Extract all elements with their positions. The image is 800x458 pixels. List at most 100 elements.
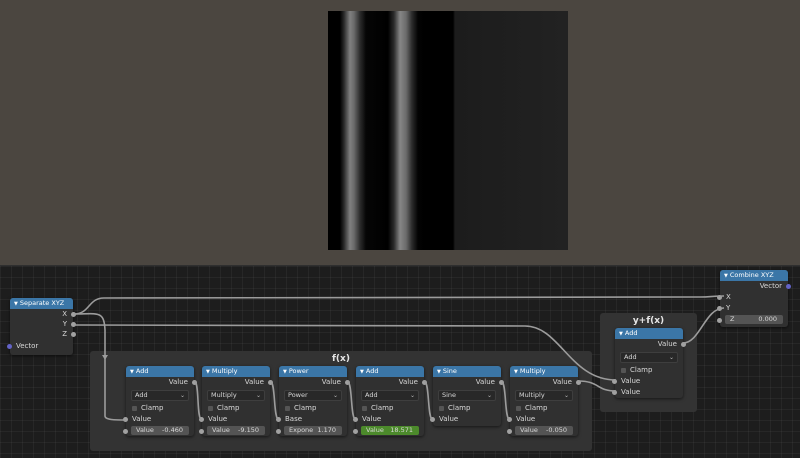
math-node-title: Add [135, 367, 149, 375]
math-node-6[interactable]: ▼ Multiply Value Multiply ⌄ Clamp Value Value -0… [507, 366, 581, 438]
math-node-header[interactable]: ▼ Power [279, 366, 347, 377]
clamp-option[interactable]: Clamp [356, 403, 424, 414]
add-final-operation-label: Add [624, 353, 637, 361]
add-final-output-label: Value [657, 340, 677, 348]
collapse-icon[interactable]: ▼ [14, 301, 18, 307]
value-field[interactable]: Value -0.050 [515, 426, 573, 435]
add-final-input-2-socket[interactable] [612, 390, 617, 395]
combine-xyz-node[interactable]: ▼ Combine XYZ Vector X Y Z 0.000 [717, 270, 791, 327]
separate-xyz-node[interactable]: ▼ Separate XYZ X Y Z Vector [7, 298, 76, 355]
add-final-input-1-socket[interactable] [612, 379, 617, 384]
math-node-output-label: Value [168, 378, 188, 386]
clamp-option[interactable]: Clamp [126, 403, 194, 414]
clamp-option[interactable]: Clamp [433, 403, 501, 414]
operation-label: Add [365, 391, 378, 399]
clamp-checkbox[interactable] [516, 405, 521, 411]
value-field-value: 1.170 [317, 426, 336, 434]
math-node-input-1: Value [123, 414, 194, 425]
clamp-checkbox[interactable] [362, 405, 367, 411]
input-y-socket[interactable] [717, 306, 722, 311]
clamp-label: Clamp [141, 404, 164, 412]
clamp-checkbox[interactable] [285, 405, 290, 411]
operation-dropdown[interactable]: Power ⌄ [284, 390, 342, 401]
math-node-1[interactable]: ▼ Add Value Add ⌄ Clamp Value Value -0.460 [123, 366, 197, 438]
value-field[interactable]: Value -0.460 [131, 426, 189, 435]
value-field[interactable]: Expone 1.170 [284, 426, 342, 435]
math-node-output-socket[interactable] [422, 380, 427, 385]
collapse-icon[interactable]: ▼ [724, 273, 728, 279]
output-y-socket[interactable] [71, 322, 76, 327]
math-node-input-1-socket[interactable] [430, 417, 435, 422]
math-node-5[interactable]: ▼ Sine Value Sine ⌄ Clamp Value [430, 366, 504, 426]
collapse-icon[interactable]: ▼ [360, 369, 364, 375]
clamp-option[interactable]: Clamp [279, 403, 347, 414]
math-node-input-2-socket[interactable] [123, 429, 128, 434]
math-node-input-1-socket[interactable] [276, 417, 281, 422]
value-field-value: 18.571 [390, 426, 413, 434]
math-node-input-2-socket[interactable] [199, 429, 204, 434]
math-node-output-socket[interactable] [576, 380, 581, 385]
input-vector-socket[interactable] [7, 344, 12, 349]
math-node-input-1-socket[interactable] [353, 417, 358, 422]
add-final-operation-dropdown[interactable]: Add ⌄ [620, 352, 678, 363]
operation-dropdown[interactable]: Add ⌄ [131, 390, 189, 401]
add-final-clamp[interactable]: Clamp [615, 365, 683, 376]
math-node-input-2: Value -0.050 [507, 425, 578, 438]
collapse-icon[interactable]: ▼ [619, 331, 623, 337]
clamp-checkbox[interactable] [208, 405, 213, 411]
value-field[interactable]: Value 18.571 [361, 426, 419, 435]
clamp-checkbox[interactable] [439, 405, 444, 411]
input-x-socket[interactable] [717, 295, 722, 300]
math-node-input-2-socket[interactable] [353, 429, 358, 434]
math-node-input-2: Value -0.460 [123, 425, 194, 438]
input-z: Z 0.000 [717, 314, 788, 327]
output-x-socket[interactable] [71, 312, 76, 317]
operation-dropdown[interactable]: Sine ⌄ [438, 390, 496, 401]
frame-fx-title: f(x) [332, 354, 350, 364]
collapse-icon[interactable]: ▼ [206, 369, 210, 375]
clamp-option[interactable]: Clamp [510, 403, 578, 414]
clamp-label: Clamp [525, 404, 548, 412]
math-node-3[interactable]: ▼ Power Value Power ⌄ Clamp Base Expone 1.170 [276, 366, 350, 436]
separate-xyz-header[interactable]: ▼ Separate XYZ [10, 298, 73, 309]
clamp-option[interactable]: Clamp [202, 403, 270, 414]
output-z-socket[interactable] [71, 332, 76, 337]
math-node-output-socket[interactable] [268, 380, 273, 385]
operation-dropdown[interactable]: Multiply ⌄ [207, 390, 265, 401]
math-node-input-1: Value [199, 414, 270, 425]
math-node-header[interactable]: ▼ Multiply [510, 366, 578, 377]
math-node-4[interactable]: ▼ Add Value Add ⌄ Clamp Value Value 18.571 [353, 366, 427, 436]
operation-dropdown[interactable]: Add ⌄ [361, 390, 419, 401]
clamp-checkbox[interactable] [132, 405, 137, 411]
combine-xyz-header[interactable]: ▼ Combine XYZ [720, 270, 788, 281]
add-final-node[interactable]: ▼ Add Value Add ⌄ Clamp Value Value [612, 328, 686, 398]
math-node-header[interactable]: ▼ Sine [433, 366, 501, 377]
math-node-input-1-socket[interactable] [123, 417, 128, 422]
math-node-input-2-socket[interactable] [276, 429, 281, 434]
add-final-output-socket[interactable] [681, 342, 686, 347]
collapse-icon[interactable]: ▼ [283, 369, 287, 375]
collapse-icon[interactable]: ▼ [514, 369, 518, 375]
math-node-header[interactable]: ▼ Multiply [202, 366, 270, 377]
math-node-output-socket[interactable] [192, 380, 197, 385]
clamp-checkbox[interactable] [621, 367, 626, 373]
math-node-output-socket[interactable] [345, 380, 350, 385]
math-node-output-socket[interactable] [499, 380, 504, 385]
z-value-field[interactable]: Z 0.000 [725, 315, 783, 324]
add-final-header[interactable]: ▼ Add [615, 328, 683, 339]
math-node-header[interactable]: ▼ Add [126, 366, 194, 377]
output-vector-socket[interactable] [786, 284, 791, 289]
math-node-output: Value [202, 377, 273, 388]
math-node-2[interactable]: ▼ Multiply Value Multiply ⌄ Clamp Value Value -9… [199, 366, 273, 436]
math-node-input-1: Value [353, 414, 424, 425]
collapse-icon[interactable]: ▼ [437, 369, 441, 375]
input-z-socket[interactable] [717, 318, 722, 323]
math-node-input-1-socket[interactable] [199, 417, 204, 422]
math-node-input-1-socket[interactable] [507, 417, 512, 422]
operation-dropdown[interactable]: Multiply ⌄ [515, 390, 573, 401]
collapse-icon[interactable]: ▼ [130, 369, 134, 375]
math-node-input-2-socket[interactable] [507, 429, 512, 434]
3d-viewport[interactable] [0, 0, 800, 265]
math-node-header[interactable]: ▼ Add [356, 366, 424, 377]
value-field[interactable]: Value -9.150 [207, 426, 265, 435]
